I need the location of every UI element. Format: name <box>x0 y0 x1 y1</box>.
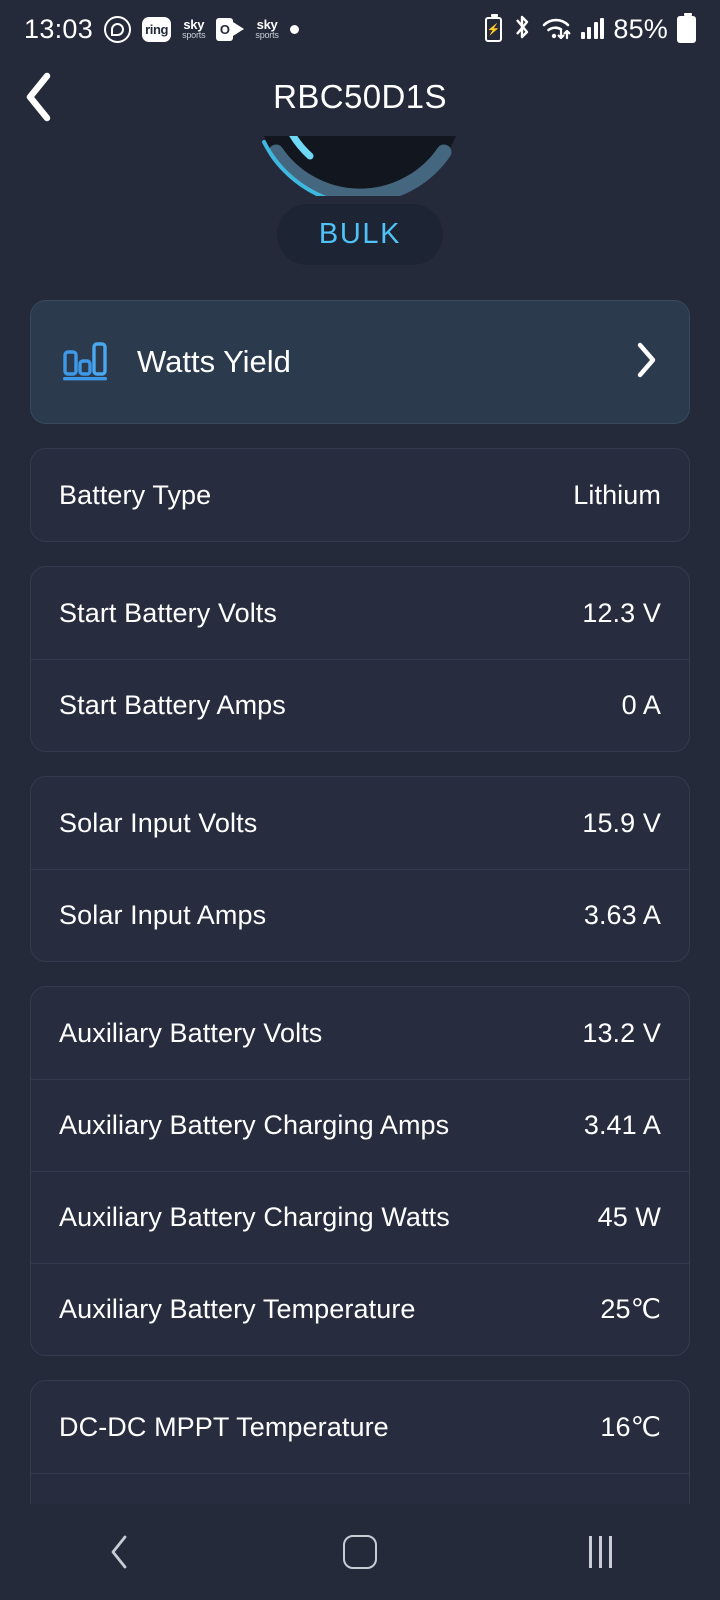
ring-app-icon: ring <box>142 16 172 42</box>
nav-back-icon <box>111 1535 127 1569</box>
app-header: RBC50D1S <box>0 58 720 136</box>
status-bar: 13:03 ring sky sports O sky sports ⚡ 85% <box>0 0 720 58</box>
charge-gauge-dial <box>262 136 456 196</box>
notification-dot-icon <box>289 24 299 34</box>
row-label: Start Battery Amps <box>59 690 286 720</box>
table-row: Auxiliary Battery Volts 13.2 V <box>31 987 689 1079</box>
row-label: Auxiliary Battery Temperature <box>59 1294 416 1324</box>
row-value: 0 A <box>621 690 661 720</box>
bar-chart-icon <box>61 338 109 387</box>
table-row: Battery Type Lithium <box>31 449 689 541</box>
header-back-button[interactable] <box>0 58 78 136</box>
row-value: 16℃ <box>600 1411 661 1442</box>
row-value: Lithium <box>573 479 661 510</box>
row-value: 3.63 A <box>583 900 661 930</box>
row-value: 25℃ <box>600 1294 661 1324</box>
start-battery-card: Start Battery Volts 12.3 V Start Battery… <box>30 566 690 752</box>
metrics-list[interactable]: Watts Yield Battery Type Lithium Start B… <box>0 300 720 1566</box>
sky-sports-icon-2: sky sports <box>255 17 279 40</box>
sky-sports-icon-2-bottom: sports <box>255 29 279 40</box>
table-row: Start Battery Volts 12.3 V <box>31 567 689 659</box>
bar-chart-glyph <box>63 341 107 380</box>
row-label: Auxiliary Battery Charging Watts <box>59 1202 450 1232</box>
status-bar-clock: 13:03 <box>24 13 94 44</box>
outlook-icon: O <box>216 17 245 41</box>
sky-sports-icon-bottom: sports <box>182 29 206 40</box>
table-row: DC-DC MPPT Temperature 16℃ <box>31 1381 689 1473</box>
table-row: Auxiliary Battery Temperature 25℃ <box>31 1263 689 1355</box>
status-bar-right: 85% <box>484 12 696 45</box>
row-label: Solar Input Volts <box>59 807 258 838</box>
row-value: 15.9 V <box>582 807 661 838</box>
nav-recents-icon <box>588 1536 612 1568</box>
row-label: DC-DC MPPT Temperature <box>59 1411 389 1442</box>
status-bar-left: 13:03 ring sky sports O sky sports <box>24 14 485 45</box>
auxiliary-battery-card: Auxiliary Battery Volts 13.2 V Auxiliary… <box>30 986 690 1356</box>
row-value: 45 W <box>597 1202 661 1232</box>
bluetooth-glyph <box>515 15 529 38</box>
back-nav-button[interactable] <box>60 1504 180 1600</box>
android-nav-bar <box>0 1504 720 1600</box>
watts-yield-card[interactable]: Watts Yield <box>30 300 690 424</box>
watts-yield-left: Watts Yield <box>61 338 291 387</box>
table-row: Solar Input Volts 15.9 V <box>31 777 689 869</box>
watts-yield-label: Watts Yield <box>137 344 291 379</box>
battery-percent-label: 85% <box>613 13 668 44</box>
home-nav-button[interactable] <box>300 1504 420 1600</box>
status-badge-row: BULK <box>0 204 720 265</box>
chevron-left-icon <box>26 72 51 122</box>
row-label: Battery Type <box>59 479 212 510</box>
row-label: Auxiliary Battery Charging Amps <box>59 1110 450 1140</box>
nav-home-icon <box>343 1535 377 1569</box>
whatsapp-icon <box>104 15 132 43</box>
wifi-glyph <box>542 18 571 40</box>
row-value: 3.41 A <box>583 1110 661 1140</box>
wifi-icon <box>542 17 572 41</box>
status-badge: BULK <box>277 204 443 265</box>
battery-saver-icon <box>484 13 502 42</box>
watts-yield-row[interactable]: Watts Yield <box>31 301 689 423</box>
chevron-right-icon[interactable] <box>633 340 659 385</box>
row-label: Solar Input Amps <box>59 900 267 930</box>
row-label: Start Battery Volts <box>59 597 277 628</box>
charge-gauge <box>0 136 720 196</box>
solar-input-card: Solar Input Volts 15.9 V Solar Input Amp… <box>30 776 690 962</box>
page-title: RBC50D1S <box>273 78 447 115</box>
row-value: 13.2 V <box>582 1017 661 1048</box>
row-label: Auxiliary Battery Volts <box>59 1017 323 1048</box>
chevron-right-glyph <box>637 342 656 377</box>
sky-sports-icon: sky sports <box>182 17 206 40</box>
row-value: 12.3 V <box>582 597 661 628</box>
recents-nav-button[interactable] <box>540 1504 660 1600</box>
table-row: Auxiliary Battery Charging Watts 45 W <box>31 1171 689 1263</box>
table-row: Start Battery Amps 0 A <box>31 659 689 751</box>
battery-icon <box>677 12 696 43</box>
cellular-signal-icon <box>580 18 605 39</box>
bluetooth-icon <box>511 14 533 45</box>
battery-type-card: Battery Type Lithium <box>30 448 690 542</box>
table-row: Solar Input Amps 3.63 A <box>31 869 689 961</box>
table-row: Auxiliary Battery Charging Amps 3.41 A <box>31 1079 689 1171</box>
